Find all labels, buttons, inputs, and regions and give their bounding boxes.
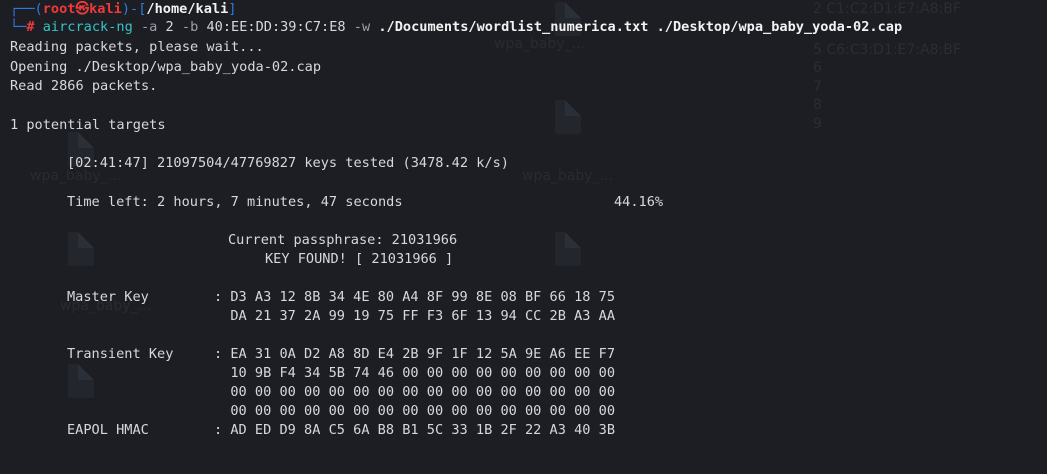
file-icon xyxy=(555,232,581,266)
master-key-row: : D3 A3 12 8B 34 4E 80 A4 8F 99 8E 08 BF… xyxy=(214,289,616,305)
desktop-file-label: wpa_baby_... xyxy=(494,36,585,52)
side-list-item: 2 C1:C2:D1:E7:A8:BF xyxy=(813,1,961,17)
prompt-user: root xyxy=(42,1,76,17)
side-list-item: 8 xyxy=(813,97,822,113)
transient-key-row: 00 00 00 00 00 00 00 00 00 00 00 00 00 0… xyxy=(214,403,616,419)
output-line: Read 2866 packets. xyxy=(10,78,158,94)
command-program: aircrack-ng xyxy=(42,19,133,35)
transient-key-row: 00 00 00 00 00 00 00 00 00 00 00 00 00 0… xyxy=(214,384,616,400)
side-list-item: 7 xyxy=(813,78,822,95)
file-icon xyxy=(68,232,94,266)
output-line: Reading packets, please wait... xyxy=(10,39,264,55)
transient-key-label: Transient Key xyxy=(67,346,174,362)
command-arg: 40:EE:DD:39:C7:E8 xyxy=(206,19,346,35)
side-list-item: 5 C6:C3:D1:E7:A8:BF xyxy=(813,41,961,58)
prompt-border: └─ xyxy=(10,19,27,35)
file-icon xyxy=(68,364,94,398)
side-list-item: 6 xyxy=(813,60,822,76)
prompt-host: kali xyxy=(89,1,122,17)
key-found: KEY FOUND! [ 21031966 ] xyxy=(265,251,454,267)
command-arg: 2 xyxy=(165,19,174,35)
prompt-symbol: # xyxy=(26,19,35,35)
master-key-row: DA 21 37 2A 99 19 75 FF F3 6F 13 94 CC 2… xyxy=(214,308,616,324)
command-flag: -a xyxy=(140,19,158,35)
desktop-file-label: wpa_baby_... xyxy=(522,168,613,184)
prompt-separator: ㉿ xyxy=(75,1,90,17)
file-icon xyxy=(555,100,581,134)
master-key-label: Master Key xyxy=(67,289,149,305)
output-line: Opening ./Desktop/wpa_baby_yoda-02.cap xyxy=(10,59,321,75)
side-list-item: 9 xyxy=(813,115,822,132)
command-wordlist: ./Documents/wordlist_numerica.txt xyxy=(378,19,649,35)
prompt-line: ┌──(root㉿kali)-[/home/kali] xyxy=(10,0,236,18)
command-flag: -b xyxy=(181,19,199,35)
prompt-border: ┌──( xyxy=(10,1,43,17)
progress-line: [02:41:47] 21097504/47769827 keys tested… xyxy=(67,155,509,171)
prompt-cwd: /home/kali xyxy=(146,1,229,17)
percent-complete: 44.16% xyxy=(614,194,664,210)
time-left-line: Time left: 2 hours, 7 minutes, 47 second… xyxy=(67,194,403,210)
prompt-border: )-[ xyxy=(121,1,147,17)
command-flag: -w xyxy=(353,19,371,35)
prompt-border: ] xyxy=(228,1,237,17)
eapol-hmac-row: : AD ED D9 8A C5 6A B8 B1 5C 33 1B 2F 22… xyxy=(214,422,616,438)
command-line: └─# aircrack-ng -a 2 -b 40:EE:DD:39:C7:E… xyxy=(10,18,902,36)
output-line: 1 potential targets xyxy=(10,117,166,133)
command-capfile: ./Desktop/wpa_baby_yoda-02.cap xyxy=(656,19,903,35)
transient-key-row: : EA 31 0A D2 A8 8D E4 2B 9F 1F 12 5A 9E… xyxy=(214,346,616,362)
current-passphrase: Current passphrase: 21031966 xyxy=(228,232,458,248)
eapol-hmac-label: EAPOL HMAC xyxy=(67,422,149,438)
transient-key-row: 10 9B F4 34 5B 74 46 00 00 00 00 00 00 0… xyxy=(214,365,616,381)
